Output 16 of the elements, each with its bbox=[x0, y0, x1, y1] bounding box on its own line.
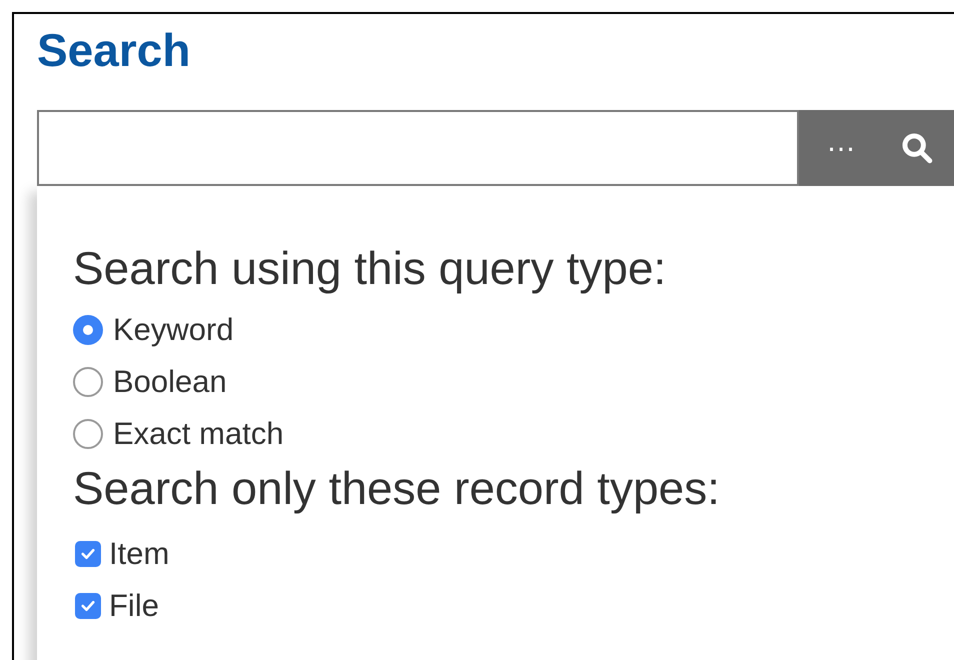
search-icon bbox=[900, 131, 934, 165]
checkbox[interactable] bbox=[75, 593, 101, 619]
page-title: Search bbox=[37, 23, 190, 78]
search-field[interactable] bbox=[37, 110, 799, 186]
search-button[interactable]: … bbox=[799, 110, 954, 186]
section-heading: Search only these record types: bbox=[73, 461, 720, 516]
checkbox-option[interactable]: Item bbox=[75, 528, 170, 580]
checkbox[interactable] bbox=[75, 541, 101, 567]
radio-option[interactable]: Exact match bbox=[73, 408, 284, 460]
checkbox-option[interactable]: File bbox=[75, 580, 159, 632]
radio-option[interactable]: Boolean bbox=[73, 356, 227, 408]
radio-button[interactable] bbox=[73, 315, 103, 345]
radio-option[interactable]: Keyword bbox=[73, 304, 234, 356]
radio-button[interactable] bbox=[73, 419, 103, 449]
section-heading: Search using this query type: bbox=[73, 241, 666, 296]
radio-button[interactable] bbox=[73, 367, 103, 397]
